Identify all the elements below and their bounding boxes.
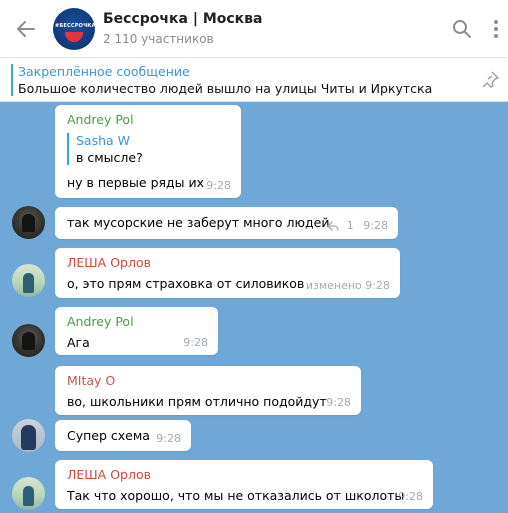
message-time: 9:28 — [206, 179, 231, 192]
avatar[interactable] — [12, 206, 45, 239]
quote-author: Sasha W — [76, 133, 131, 148]
avatar-logo-text: #БЕССРОЧКА — [55, 23, 95, 29]
message-bubble[interactable]: так мусорские не заберут много людей 1 9… — [55, 207, 398, 239]
reply-icon — [327, 221, 339, 231]
chat-avatar[interactable]: #БЕССРОЧКА — [53, 8, 95, 50]
unpin-icon[interactable] — [480, 70, 502, 90]
chat-header: #БЕССРОЧКА Бессрочка | Москва 2 110 учас… — [0, 0, 508, 58]
message-bubble[interactable]: Andrey Pol Ага 9:28 — [55, 307, 218, 355]
message-bubble[interactable]: Супер схема 9:28 — [55, 420, 191, 451]
message-bubble[interactable]: ЛЕША Орлов Так что хорошо, что мы не отк… — [55, 460, 433, 509]
message-time: 9:28 — [326, 396, 351, 409]
message-time: 9:28 — [398, 490, 423, 503]
message-author[interactable]: Andrey Pol — [67, 314, 206, 329]
back-arrow-icon[interactable] — [14, 17, 38, 41]
more-vertical-icon[interactable] — [488, 19, 504, 39]
message-time: 9:28 — [183, 336, 208, 349]
message-text: ну в первые ряды их — [67, 175, 205, 190]
pinned-text: Большое количество людей вышло на улицы … — [18, 81, 433, 96]
pinned-message[interactable]: Закреплённое сообщение Большое количеств… — [0, 58, 508, 102]
message-author[interactable]: Andrey Pol — [67, 112, 229, 127]
member-count: 2 110 участников — [103, 32, 214, 46]
reply-quote[interactable]: Sasha W в смысле? — [67, 133, 229, 165]
message-time: 9:28 — [363, 219, 388, 232]
search-icon[interactable] — [452, 19, 472, 39]
message-author[interactable]: ЛЕША Орлов — [67, 255, 388, 270]
pinned-title: Закреплённое сообщение — [18, 64, 190, 79]
message-bubble[interactable]: ЛЕША Орлов о, это прям страховка от сило… — [55, 248, 400, 298]
message-meta: 1 9:28 — [327, 219, 388, 232]
quote-text: в смысле? — [76, 150, 143, 165]
heart-logo-icon — [65, 32, 83, 42]
avatar[interactable] — [12, 419, 45, 452]
chat-title[interactable]: Бессрочка | Москва — [103, 11, 262, 27]
message-text: во, школьники прям отлично подойдут — [67, 394, 327, 409]
pinned-accent-bar — [11, 64, 13, 96]
reply-count: 1 — [346, 219, 354, 232]
message-bubble[interactable]: Andrey Pol Sasha W в смысле? ну в первые… — [55, 105, 241, 198]
avatar[interactable] — [12, 324, 45, 357]
message-time: 9:28 — [156, 432, 181, 445]
message-text: Так что хорошо, что мы не отказались от … — [67, 488, 405, 503]
avatar[interactable] — [12, 477, 45, 510]
message-time: изменено 9:28 — [305, 279, 390, 292]
message-bubble[interactable]: MItay O во, школьники прям отлично подой… — [55, 366, 361, 415]
message-author[interactable]: MItay O — [67, 373, 349, 388]
avatar[interactable] — [12, 264, 45, 297]
message-author[interactable]: ЛЕША Орлов — [67, 467, 421, 482]
